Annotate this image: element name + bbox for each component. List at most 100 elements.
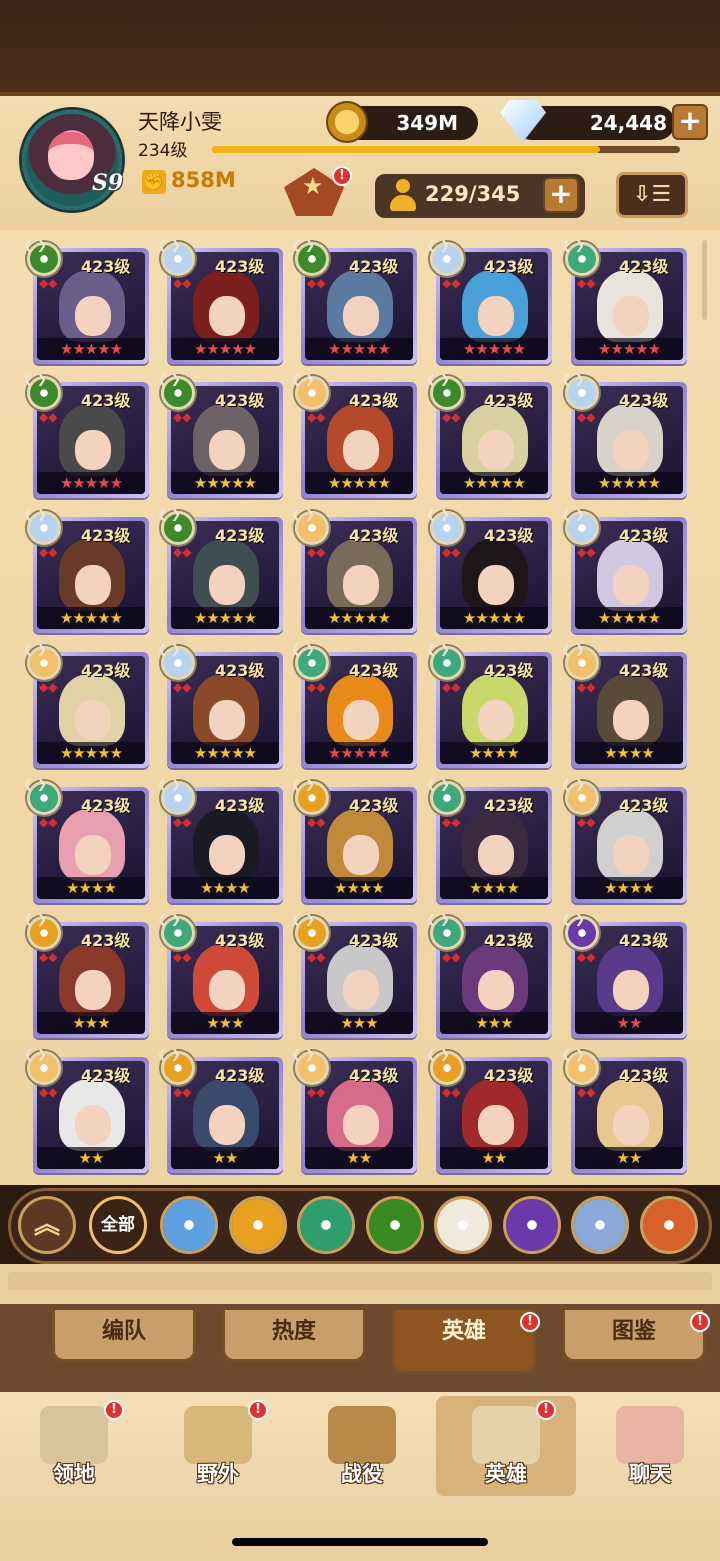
sub-tab[interactable]: 编队 xyxy=(52,1310,196,1362)
hero-card[interactable]: ★★★ 423级 ❮ ❯ ◆◆ xyxy=(291,912,417,1038)
rank-ribbon-icon: ◆◆ xyxy=(173,950,192,964)
hero-card[interactable]: ★★★★ 423级 ❮ ❯ ◆◆ xyxy=(426,642,552,768)
nav-item[interactable]: 英雄! xyxy=(436,1396,576,1496)
hero-card[interactable]: ★★★★ 423级 ❮ ❯ ◆◆ xyxy=(291,777,417,903)
hero-card[interactable]: ★★★★★ 423级 ❮ ❯ ◆◆ xyxy=(426,372,552,498)
hero-face xyxy=(75,835,111,875)
wings-icon: ❮ ❯ xyxy=(561,372,585,386)
sub-tab[interactable]: 热度 xyxy=(222,1310,366,1362)
rank-ribbon-icon: ◆◆ xyxy=(442,815,461,829)
rank-ribbon-icon: ◆◆ xyxy=(39,276,58,290)
hero-card[interactable]: ★★ 423级 ❮ ❯ ◆◆ xyxy=(426,1047,552,1173)
hero-card[interactable]: ★★★★★ 423级 ❮ ❯ ◆◆ xyxy=(561,372,687,498)
filter-all-button[interactable]: 全部 xyxy=(89,1196,147,1254)
hypogean-filter-icon[interactable] xyxy=(502,1196,561,1254)
hero-card[interactable]: ★★★ 423级 ❮ ❯ ◆◆ xyxy=(426,912,552,1038)
hero-card[interactable]: ★★★★★ 423级 ❮ ❯ ◆◆ xyxy=(291,372,417,498)
hero-face xyxy=(209,970,245,1010)
hero-card[interactable]: ★★★★★ 423级 ❮ ❯ ◆◆ xyxy=(157,238,283,364)
hero-card[interactable]: ★★ 423级 ❮ ❯ ◆◆ xyxy=(291,1047,417,1173)
hero-card[interactable]: ★★★★★ 423级 ❮ ❯ ◆◆ xyxy=(23,238,149,364)
hero-card[interactable]: ★★★★ 423级 ❮ ❯ ◆◆ xyxy=(426,777,552,903)
hero-card[interactable]: ★★★★ 423级 ❮ ❯ ◆◆ xyxy=(561,777,687,903)
hero-card[interactable]: ★★ 423级 ❮ ❯ ◆◆ xyxy=(561,912,687,1038)
hero-card[interactable]: ★★★★★ 423级 ❮ ❯ ◆◆ xyxy=(23,642,149,768)
add-diamonds-button[interactable]: + xyxy=(672,104,708,140)
graveborn-filter-icon[interactable] xyxy=(365,1196,424,1254)
hero-card[interactable]: ★★ 423级 ❮ ❯ ◆◆ xyxy=(157,1047,283,1173)
add-roster-slot-button[interactable]: + xyxy=(543,177,579,213)
rank-ribbon-icon: ◆◆ xyxy=(307,545,326,559)
rank-ribbon-icon: ◆◆ xyxy=(577,410,596,424)
rank-ribbon-icon: ◆◆ xyxy=(577,276,596,290)
fire-filter-icon[interactable] xyxy=(639,1196,698,1254)
hero-level: 423级 xyxy=(349,526,399,545)
hero-stars: ★★★ xyxy=(305,1012,413,1034)
hero-card[interactable]: ★★★★★ 423级 ❮ ❯ ◆◆ xyxy=(291,507,417,633)
rank-ribbon-icon: ◆◆ xyxy=(442,950,461,964)
hero-stars: ★★★★ xyxy=(440,742,548,764)
hero-face xyxy=(209,296,245,336)
collapse-filter-button[interactable]: ︽ xyxy=(18,1196,76,1254)
wings-icon: ❮ ❯ xyxy=(23,238,47,252)
sort-button[interactable]: ⇩☰ xyxy=(616,172,688,218)
rank-ribbon-icon: ◆◆ xyxy=(442,680,461,694)
hero-card[interactable]: ★★★★★ 423级 ❮ ❯ ◆◆ xyxy=(157,372,283,498)
hero-card[interactable]: ★★ 423级 ❮ ❯ ◆◆ xyxy=(23,1047,149,1173)
hero-level: 423级 xyxy=(81,1066,131,1085)
nav-item[interactable]: 野外! xyxy=(148,1396,288,1496)
nav-item[interactable]: 聊天 xyxy=(580,1396,720,1496)
hero-stars: ★★★★★ xyxy=(305,607,413,629)
dimensional-filter-icon[interactable] xyxy=(571,1196,629,1254)
hero-stars: ★★★★★ xyxy=(440,607,548,629)
mauler-filter-icon[interactable] xyxy=(228,1196,287,1254)
hero-card[interactable]: ★★★★★ 423级 ❮ ❯ ◆◆ xyxy=(426,238,552,364)
hero-card[interactable]: ★★ 423级 ❮ ❯ ◆◆ xyxy=(561,1047,687,1173)
rank-ribbon-icon: ◆◆ xyxy=(173,815,192,829)
hero-face xyxy=(209,430,245,470)
sub-tab[interactable]: 英雄 xyxy=(392,1310,536,1374)
server-badge: S9 xyxy=(92,170,124,196)
celestial-filter-icon[interactable] xyxy=(434,1196,492,1254)
hero-stars: ★★★★ xyxy=(575,877,683,899)
hero-card[interactable]: ★★★★ 423级 ❮ ❯ ◆◆ xyxy=(157,777,283,903)
hero-face xyxy=(613,700,649,740)
hero-card[interactable]: ★★★ 423级 ❮ ❯ ◆◆ xyxy=(23,912,149,1038)
wilder-filter-icon[interactable] xyxy=(297,1196,355,1254)
hero-card[interactable]: ★★★★★ 423级 ❮ ❯ ◆◆ xyxy=(157,642,283,768)
hero-card[interactable]: ★★★★★ 423级 ❮ ❯ ◆◆ xyxy=(291,642,417,768)
sub-tab[interactable]: 图鉴 xyxy=(562,1310,706,1362)
rank-ribbon-icon: ◆◆ xyxy=(577,1085,596,1099)
wings-icon: ❮ ❯ xyxy=(23,642,47,656)
hero-card[interactable]: ★★★★★ 423级 ❮ ❯ ◆◆ xyxy=(561,238,687,364)
hero-card[interactable]: ★★★★★ 423级 ❮ ❯ ◆◆ xyxy=(23,372,149,498)
hero-card[interactable]: ★★★★★ 423级 ❮ ❯ ◆◆ xyxy=(426,507,552,633)
hero-face xyxy=(343,700,379,740)
nav-item[interactable]: 领地! xyxy=(4,1396,144,1496)
hero-card[interactable]: ★★★★ 423级 ❮ ❯ ◆◆ xyxy=(561,642,687,768)
hero-stars: ★★★★★ xyxy=(575,607,683,629)
home-indicator xyxy=(232,1538,488,1546)
hero-stars: ★★★★★ xyxy=(305,742,413,764)
hero-card[interactable]: ★★★★ 423级 ❮ ❯ ◆◆ xyxy=(23,777,149,903)
nav-item[interactable]: 战役 xyxy=(292,1396,432,1496)
nav-label: 领地 xyxy=(53,1462,95,1486)
castle-icon xyxy=(40,1406,108,1464)
hero-card[interactable]: ★★★★★ 423级 ❮ ❯ ◆◆ xyxy=(561,507,687,633)
lightbearer-filter-icon[interactable] xyxy=(160,1196,218,1254)
rank-ribbon-icon: ◆◆ xyxy=(307,680,326,694)
hero-card[interactable]: ★★★★★ 423级 ❮ ❯ ◆◆ xyxy=(23,507,149,633)
hero-face xyxy=(478,970,514,1010)
nav-alert-icon: ! xyxy=(536,1400,556,1420)
hero-level: 423级 xyxy=(349,391,399,410)
hero-card[interactable]: ★★★★★ 423级 ❮ ❯ ◆◆ xyxy=(157,507,283,633)
hero-card[interactable]: ★★★ 423级 ❮ ❯ ◆◆ xyxy=(157,912,283,1038)
grid-scrollbar[interactable] xyxy=(702,240,707,320)
wings-icon: ❮ ❯ xyxy=(157,642,181,656)
hero-card[interactable]: ★★★★★ 423级 ❮ ❯ ◆◆ xyxy=(291,238,417,364)
rank-ribbon-icon: ◆◆ xyxy=(307,1085,326,1099)
hero-level: 423级 xyxy=(81,526,131,545)
hero-level: 423级 xyxy=(619,526,669,545)
hero-level: 423级 xyxy=(484,526,534,545)
hero-stars: ★★★★★ xyxy=(37,338,145,360)
